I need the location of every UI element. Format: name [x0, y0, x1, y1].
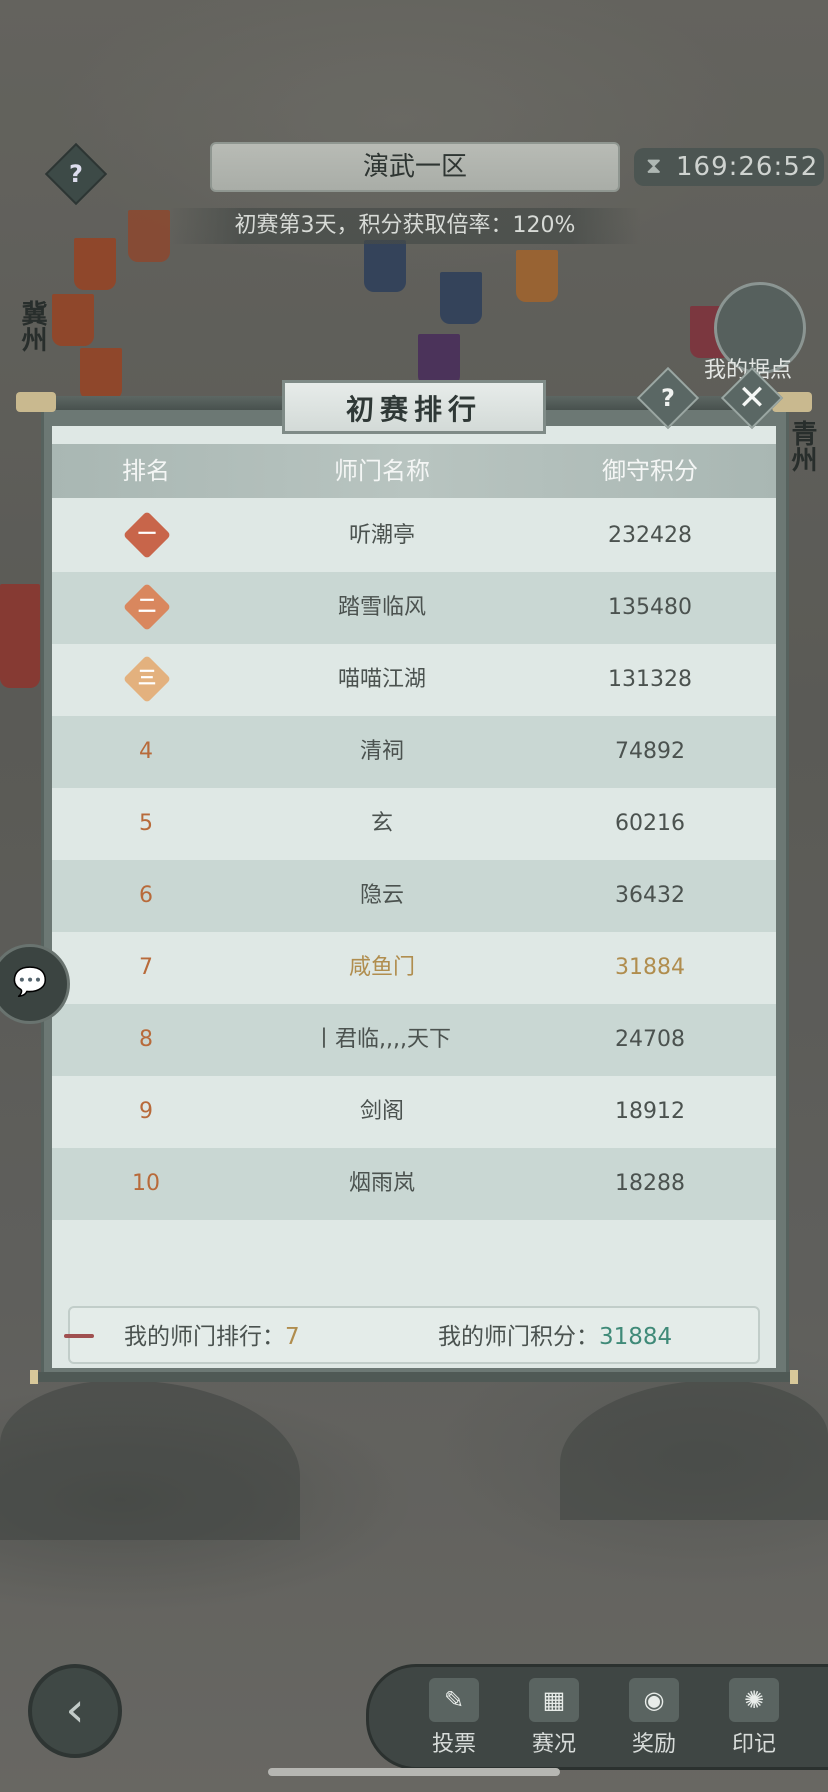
- column-header-rank: 排名: [122, 457, 170, 485]
- rank-number: 6: [139, 883, 153, 908]
- rank-medal-2: 二: [122, 582, 172, 632]
- rank-medal-3: 三: [122, 654, 172, 704]
- guild-name: 踏雪临风: [337, 595, 426, 620]
- board-icon: ▦: [529, 1678, 579, 1722]
- rank-number: 9: [139, 1099, 153, 1124]
- guild-score: 74892: [615, 739, 685, 764]
- nav-label: 印记: [731, 1732, 776, 1757]
- home-indicator: [268, 1768, 560, 1776]
- rank-number: 4: [139, 739, 153, 764]
- guild-score: 232428: [608, 523, 692, 548]
- column-header-score: 御守积分: [602, 457, 698, 485]
- chat-icon: 💬: [12, 965, 48, 998]
- table-header: 排名 师门名称 御守积分: [52, 444, 776, 498]
- back-arrow-icon: ‹: [65, 1682, 85, 1738]
- pin-icon: [64, 1334, 94, 1338]
- guild-name: 剑阁: [359, 1099, 404, 1124]
- guild-name: 喵喵江湖: [337, 667, 426, 692]
- hourglass-icon: ⧗: [646, 154, 663, 179]
- guild-score: 135480: [608, 595, 692, 620]
- question-icon: ?: [661, 384, 675, 412]
- table-row[interactable]: 8 丨君临,,,,天下 24708: [52, 1004, 776, 1076]
- rank-medal-1: 一: [122, 510, 172, 560]
- ballot-icon: ✎: [429, 1678, 479, 1722]
- table-row[interactable]: 5 玄 60216: [52, 788, 776, 860]
- nav-seal[interactable]: ✺ 印记: [714, 1678, 794, 1758]
- table-row[interactable]: 4 清祠 74892: [52, 716, 776, 788]
- stage-info: 初赛第3天，积分获取倍率：120%: [170, 208, 640, 244]
- table-row[interactable]: 9 剑阁 18912: [52, 1076, 776, 1148]
- table-row[interactable]: 一 听潮亭 232428: [52, 500, 776, 572]
- my-guild-rank-value: 7: [285, 1324, 300, 1350]
- guild-score: 31884: [615, 955, 685, 980]
- table-row[interactable]: 6 隐云 36432: [52, 860, 776, 932]
- guild-name: 咸鱼门: [348, 955, 415, 980]
- ranking-list: 一 听潮亭 232428 二 踏雪临风 135480 三 喵喵江湖 131328…: [52, 500, 776, 1220]
- guild-name: 隐云: [359, 883, 404, 908]
- back-button[interactable]: ‹: [28, 1664, 122, 1758]
- table-row-my-guild[interactable]: 7 咸鱼门 31884: [52, 932, 776, 1004]
- guild-name: 玄: [370, 811, 393, 836]
- guild-name: 听潮亭: [348, 523, 415, 548]
- nav-status[interactable]: ▦ 赛况: [514, 1678, 594, 1758]
- rank-number: 5: [139, 811, 153, 836]
- nav-label: 赛况: [531, 1732, 576, 1757]
- rank-number: 8: [139, 1027, 153, 1052]
- guild-score: 60216: [615, 811, 685, 836]
- question-icon: ?: [69, 160, 83, 188]
- my-guild-score-value: 31884: [599, 1324, 673, 1350]
- my-guild-score: 我的师门积分：31884: [438, 1324, 673, 1350]
- guild-score: 18288: [615, 1171, 685, 1196]
- countdown-timer: ⧗ 169:26:52: [634, 148, 824, 186]
- guild-name: 清祠: [359, 739, 404, 764]
- guild-name: 烟雨岚: [348, 1171, 415, 1196]
- rank-number: 7: [139, 955, 153, 980]
- nav-label: 投票: [431, 1732, 476, 1757]
- dialog-title: 初赛排行: [282, 380, 546, 434]
- table-row[interactable]: 三 喵喵江湖 131328: [52, 644, 776, 716]
- column-header-name: 师门名称: [334, 457, 430, 485]
- bag-icon: ◉: [629, 1678, 679, 1722]
- rank-number: 10: [132, 1171, 160, 1196]
- nav-vote[interactable]: ✎ 投票: [414, 1678, 494, 1758]
- close-icon: ✕: [737, 378, 767, 418]
- timer-value: 169:26:52: [676, 152, 819, 182]
- table-row[interactable]: 10 烟雨岚 18288: [52, 1148, 776, 1220]
- nav-rewards[interactable]: ◉ 奖励: [614, 1678, 694, 1758]
- nav-label: 奖励: [631, 1732, 676, 1757]
- zone-title: 演武一区: [210, 142, 620, 192]
- guild-score: 131328: [608, 667, 692, 692]
- seal-icon: ✺: [729, 1678, 779, 1722]
- ranking-panel: 排名 师门名称 御守积分 一 听潮亭 232428 二 踏雪临风 135480 …: [52, 426, 776, 1368]
- guild-score: 24708: [615, 1027, 685, 1052]
- table-row[interactable]: 二 踏雪临风 135480: [52, 572, 776, 644]
- guild-score: 18912: [615, 1099, 685, 1124]
- my-guild-summary: 我的师门排行：7 我的师门积分：31884: [64, 1306, 760, 1364]
- guild-name: 丨君临,,,,天下: [313, 1027, 451, 1052]
- my-guild-rank: 我的师门排行：7: [124, 1324, 300, 1350]
- guild-score: 36432: [615, 883, 685, 908]
- scroll-rod-bottom: [30, 1370, 798, 1384]
